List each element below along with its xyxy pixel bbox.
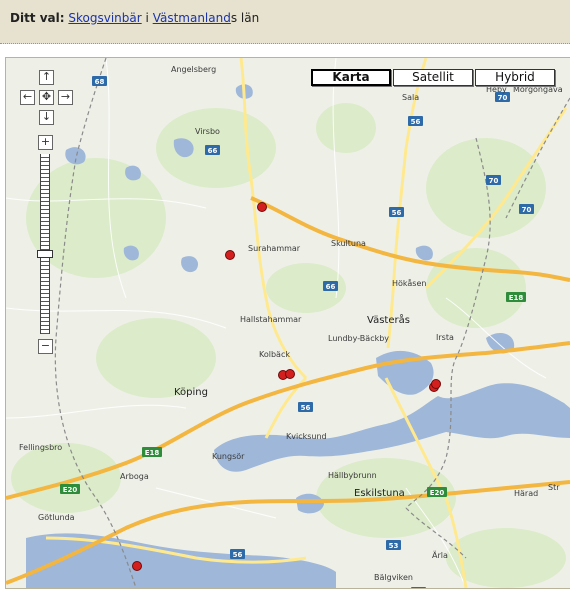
road-number-label: 66 bbox=[326, 283, 336, 291]
label-angelsberg: Angelsberg bbox=[171, 65, 216, 74]
selection-text: Ditt val: Skogsvinbär i Västmanlands län bbox=[10, 11, 259, 25]
road-number-label: 56 bbox=[233, 551, 243, 559]
label-kvicksund: Kvicksund bbox=[286, 432, 327, 441]
road-number-shield bbox=[411, 587, 426, 588]
label-eskilstuna: Eskilstuna bbox=[354, 488, 405, 499]
zoom-in-button[interactable]: + bbox=[38, 135, 53, 150]
label-lundby: Lundby-Bäckby bbox=[328, 334, 389, 343]
zoom-slider-thumb[interactable] bbox=[37, 250, 53, 258]
label-arboga: Arboga bbox=[120, 472, 149, 481]
road-number-label: 68 bbox=[95, 78, 105, 86]
map-type-button-satellit[interactable]: Satellit bbox=[393, 69, 473, 86]
label-fellingsbro: Fellingsbro bbox=[19, 443, 62, 452]
road-number-label: E20 bbox=[430, 489, 445, 497]
road-number-label: 53 bbox=[389, 542, 399, 550]
species-link[interactable]: Skogsvinbär bbox=[68, 11, 141, 25]
road-number-label: E20 bbox=[63, 486, 78, 494]
label-heby: Heby bbox=[486, 85, 507, 94]
selection-bar: Ditt val: Skogsvinbär i Västmanlands län bbox=[0, 0, 570, 44]
label-sala: Sala bbox=[402, 93, 419, 102]
pan-right-icon[interactable]: → bbox=[58, 90, 73, 105]
label-kungsor: Kungsör bbox=[212, 452, 245, 461]
label-surahammar: Surahammar bbox=[248, 244, 301, 253]
map-marker[interactable] bbox=[132, 561, 142, 571]
label-gotlunda: Götlunda bbox=[38, 513, 75, 522]
label-hallbybrunn: Hällbybrunn bbox=[328, 471, 377, 480]
map-marker[interactable] bbox=[285, 369, 295, 379]
label-koping: Köping bbox=[174, 387, 208, 398]
label-str: Str bbox=[548, 483, 560, 492]
label-virsbo: Virsbo bbox=[195, 127, 220, 136]
label-hokasen: Hökåsen bbox=[392, 278, 426, 288]
map-type-button-hybrid[interactable]: Hybrid bbox=[475, 69, 555, 86]
pan-left-icon[interactable]: ← bbox=[20, 90, 35, 105]
label-arla: Ärla bbox=[432, 550, 448, 560]
label-vasteras: Västerås bbox=[367, 313, 410, 326]
road-number-label: 70 bbox=[522, 206, 532, 214]
pan-center-icon[interactable]: ✥ bbox=[39, 90, 54, 105]
map-marker[interactable] bbox=[225, 250, 235, 260]
map-view[interactable]: 6870665670567066E1856E18E20E20565356 Ang… bbox=[5, 57, 570, 589]
road-number-label: 70 bbox=[498, 94, 508, 102]
road-number-label: 56 bbox=[301, 404, 311, 412]
road-number-label: 66 bbox=[208, 147, 218, 155]
road-number-label: E18 bbox=[509, 294, 524, 302]
label-hallstahammar: Hallstahammar bbox=[240, 315, 302, 324]
selection-connector: i bbox=[145, 11, 149, 25]
label-balgviken: Bälgviken bbox=[374, 573, 413, 582]
pan-down-icon[interactable]: ↓ bbox=[39, 110, 54, 125]
road-number-label: 56 bbox=[411, 118, 421, 126]
pan-up-icon[interactable]: ↑ bbox=[39, 70, 54, 85]
map-canvas[interactable]: 6870665670567066E1856E18E20E20565356 Ang… bbox=[6, 58, 570, 588]
county-suffix: s län bbox=[230, 11, 260, 25]
label-harad: Härad bbox=[514, 489, 538, 498]
map-marker[interactable] bbox=[257, 202, 267, 212]
zoom-out-button[interactable]: − bbox=[38, 339, 53, 354]
zoom-slider-track[interactable] bbox=[40, 154, 50, 334]
road-number-label: 70 bbox=[489, 177, 499, 185]
map-marker[interactable] bbox=[431, 379, 441, 389]
label-skultuna: Skultuna bbox=[331, 239, 366, 248]
county-link[interactable]: Västmanland bbox=[153, 11, 231, 25]
label-kolback: Kolbäck bbox=[259, 350, 290, 359]
label-irsta: Irsta bbox=[436, 333, 454, 342]
selection-label: Ditt val: bbox=[10, 11, 65, 25]
road-number-label: 56 bbox=[392, 209, 402, 217]
map-type-button-karta[interactable]: Karta bbox=[311, 69, 391, 86]
road-number-label: E18 bbox=[145, 449, 160, 457]
